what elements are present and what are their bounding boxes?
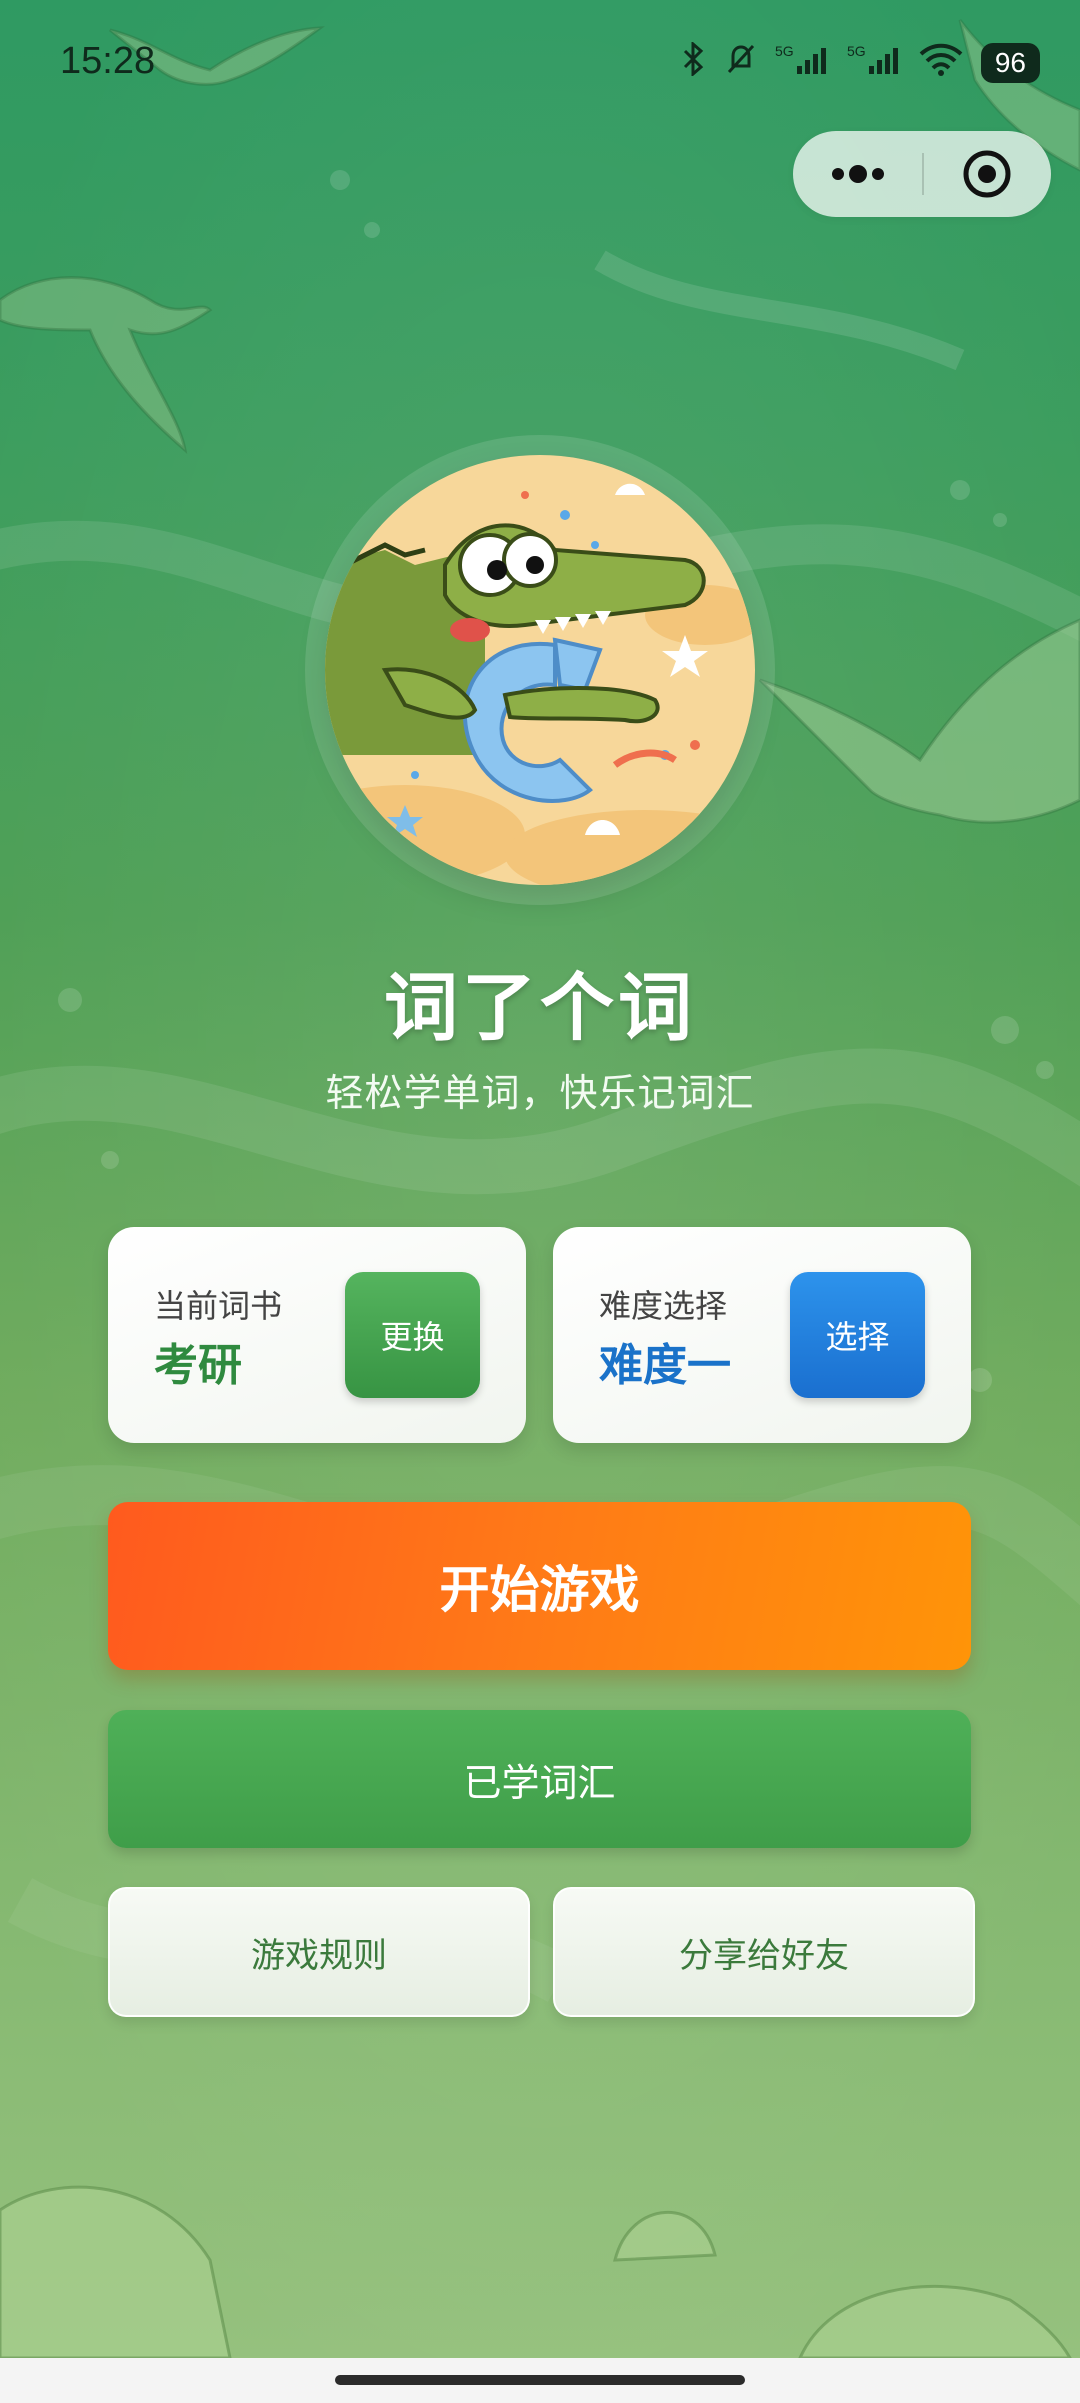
bluetooth-icon (681, 40, 707, 84)
battery-icon: 96 (980, 43, 1040, 83)
select-difficulty-button[interactable]: 选择 (790, 1272, 925, 1398)
status-time: 15:28 (60, 40, 156, 82)
crocodile-logo-icon (325, 455, 755, 885)
app-title: 词了个词 (384, 965, 696, 1051)
status-icons: 5G 5G 96 (681, 38, 1040, 88)
miniprogram-capsule (793, 131, 1051, 217)
app-subtitle: 轻松学单词，快乐记词汇 (325, 1071, 755, 1115)
background-illustration (0, 0, 1080, 2403)
more-menu-button[interactable] (793, 131, 922, 217)
app-logo (325, 455, 755, 885)
5g-signal-icon: 5G (847, 42, 901, 84)
change-wordbook-button[interactable]: 更换 (345, 1272, 480, 1398)
target-icon (963, 150, 1010, 198)
difficulty-card: 难度选择 难度一 选择 (553, 1227, 971, 1443)
close-miniprogram-button[interactable] (922, 131, 1051, 217)
wordbook-label: 当前词书 (154, 1287, 283, 1325)
more-dots-icon (831, 165, 884, 183)
svg-text:5G: 5G (775, 43, 794, 59)
svg-text:5G: 5G (847, 43, 866, 59)
wordbook-card: 当前词书 考研 更换 (108, 1227, 526, 1443)
difficulty-label: 难度选择 (599, 1287, 728, 1325)
home-indicator[interactable] (335, 2375, 745, 2385)
game-rules-button[interactable]: 游戏规则 (108, 1887, 530, 2017)
start-game-button[interactable]: 开始游戏 (108, 1502, 971, 1670)
status-bar: 15:28 5G 5G 96 (0, 0, 1080, 130)
difficulty-value: 难度一 (599, 1340, 731, 1391)
5g-signal-icon: 5G (775, 42, 829, 84)
wifi-icon (919, 42, 963, 84)
share-friends-button[interactable]: 分享给好友 (553, 1887, 975, 2017)
learned-words-button[interactable]: 已学词汇 (108, 1710, 971, 1848)
wordbook-value: 考研 (154, 1340, 242, 1391)
mute-icon (725, 42, 757, 84)
